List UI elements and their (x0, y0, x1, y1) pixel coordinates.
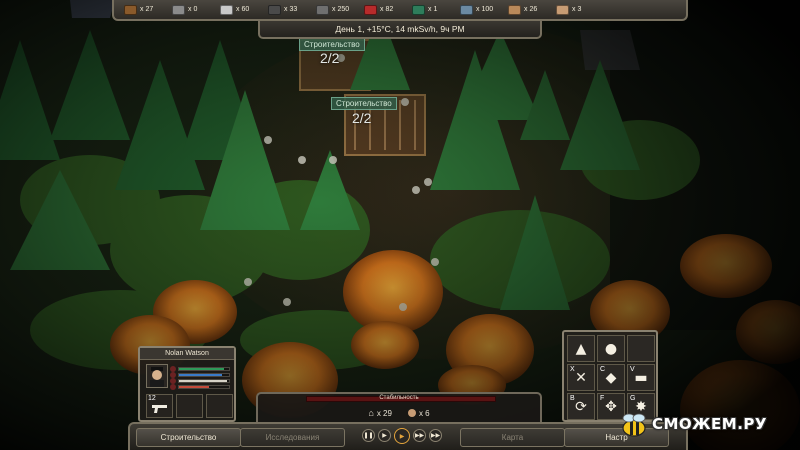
speed-normal-button[interactable]: ▶ (394, 428, 410, 444)
stability-panel: Стабильность ⌂ x 29 x 6 (256, 392, 542, 422)
resource-wood: x 27 (124, 4, 172, 15)
food-fill (179, 380, 227, 382)
resource-fuel: x 82 (364, 4, 412, 15)
watermark-text: СМОЖЕМ.РУ (652, 415, 767, 433)
house-icon: ⌂ (368, 408, 374, 418)
people-count: x 6 (407, 408, 430, 418)
grenade-icon: ● (604, 340, 618, 357)
resource-stone: x 0 (172, 4, 220, 15)
character-portrait[interactable] (146, 364, 168, 388)
resource-count: x 82 (380, 6, 394, 13)
speed-pause-button[interactable]: ❚❚ (362, 429, 375, 442)
person-icon (407, 409, 416, 417)
resource-survivors: x 26 (508, 4, 556, 15)
resource-colonists: x 3 (556, 4, 604, 15)
resource-count: x 100 (476, 6, 494, 13)
hotkey-label: V (630, 366, 635, 373)
game-speed-controls: ❚❚ ▶ ▶ ▶▶ ▶▶ (362, 428, 442, 444)
action-grenade-button[interactable]: ● (597, 335, 625, 362)
resource-scrap: x 33 (268, 4, 316, 15)
character-panel[interactable]: Nolan Watson 12 (138, 346, 236, 422)
resource-count: x 33 (284, 6, 298, 13)
health-fill (179, 368, 224, 370)
stability-label: Стабильность (379, 395, 419, 401)
ammo-count: 12 (148, 395, 156, 402)
water-bar (178, 385, 230, 389)
equipment-slot[interactable] (176, 394, 203, 418)
crouch-icon: ◆ (605, 369, 617, 386)
population-counts: ⌂ x 29 x 6 (258, 408, 540, 418)
weapon-slot[interactable]: 12 (146, 394, 173, 418)
equipment-slot[interactable] (206, 394, 233, 418)
hotkey-label: B (570, 395, 575, 402)
health-bar (178, 367, 230, 371)
speed-fast-button[interactable]: ▶▶ (413, 429, 426, 442)
resource-count: x 0 (188, 6, 198, 13)
resource-count: x 26 (524, 6, 538, 13)
resource-count: x 3 (572, 6, 582, 13)
construction-label: Строительство (331, 97, 397, 110)
resource-components: x 100 (460, 4, 508, 15)
day-weather-status: День 1, +15°C, 14 mkSv/h, 9ч PM (335, 24, 465, 34)
cycle-icon: ⟳ (575, 398, 587, 415)
houses-count: ⌂ x 29 (368, 408, 392, 418)
action-attack-button[interactable]: X ✕ (567, 364, 595, 391)
stone-icon (172, 4, 185, 15)
houses-value: x 29 (376, 408, 392, 418)
resource-bar: x 27 x 0 x 60 x 33 x 250 x 82 x 1 x 100 x 26 x 3 (112, 0, 688, 21)
survivors-icon (508, 4, 521, 15)
speed-slow-button[interactable]: ▶ (378, 429, 391, 442)
energy-fill (179, 374, 222, 376)
medicine-icon (412, 4, 425, 15)
character-name: Nolan Watson (140, 348, 234, 360)
fuel-icon (364, 4, 377, 15)
character-equipment: 12 (146, 394, 233, 418)
hotkey-label: F (600, 395, 605, 402)
resource-count: x 250 (332, 6, 350, 13)
game-world-canvas (0, 0, 800, 450)
resource-count: x 1 (428, 6, 438, 13)
construction-progress: 2/2 (352, 110, 372, 126)
action-grid: ▲ ● X ✕ C ◆ V ▬ B ⟳ F ✥ G ✸ (562, 330, 658, 422)
people-value: x 6 (418, 408, 430, 418)
site-watermark: СМОЖЕМ.РУ (612, 410, 800, 438)
action-empty-slot[interactable] (627, 335, 655, 362)
hotkey-label: C (600, 366, 606, 373)
bottom-menu-bar: Строительство Исследования ❚❚ ▶ ▶ ▶▶ ▶▶ Карт… (128, 422, 688, 450)
palisade-icon: ▲ (575, 340, 587, 357)
bee-logo-icon (622, 413, 646, 437)
hotkey-label: G (630, 395, 636, 402)
action-palisade-button[interactable]: ▲ (567, 335, 595, 362)
attack-icon: ✕ (575, 369, 587, 386)
resource-medicine: x 1 (412, 4, 460, 15)
game-world-view[interactable]: Строительство 2/2 Строительство 2/2 (0, 0, 800, 450)
food-bar (178, 379, 230, 383)
resource-count: x 60 (236, 6, 250, 13)
action-crouch-button[interactable]: C ◆ (597, 364, 625, 391)
metal-icon (220, 4, 233, 15)
scrap-icon (268, 4, 281, 15)
wood-icon (124, 4, 137, 15)
action-cycle-button[interactable]: B ⟳ (567, 393, 595, 420)
gun-icon: ▬ (634, 369, 648, 386)
map-button[interactable]: Карта (460, 428, 565, 447)
status-bar: День 1, +15°C, 14 mkSv/h, 9ч PM (258, 21, 542, 39)
resource-parts: x 250 (316, 4, 364, 15)
components-icon (460, 4, 473, 15)
speed-fastest-button[interactable]: ▶▶ (429, 429, 442, 442)
survivor-avatar-icon (147, 365, 167, 387)
energy-bar (178, 373, 230, 377)
action-gun-button[interactable]: V ▬ (627, 364, 655, 391)
water-icon (170, 384, 176, 390)
parts-icon (316, 4, 329, 15)
build-button[interactable]: Строительство (136, 428, 241, 447)
hotkey-label: X (570, 366, 575, 373)
water-fill (179, 386, 209, 388)
resource-metal: x 60 (220, 4, 268, 15)
resource-count: x 27 (140, 6, 154, 13)
construction-progress: 2/2 (320, 50, 340, 66)
research-button[interactable]: Исследования (240, 428, 345, 447)
colonists-icon (556, 4, 569, 15)
